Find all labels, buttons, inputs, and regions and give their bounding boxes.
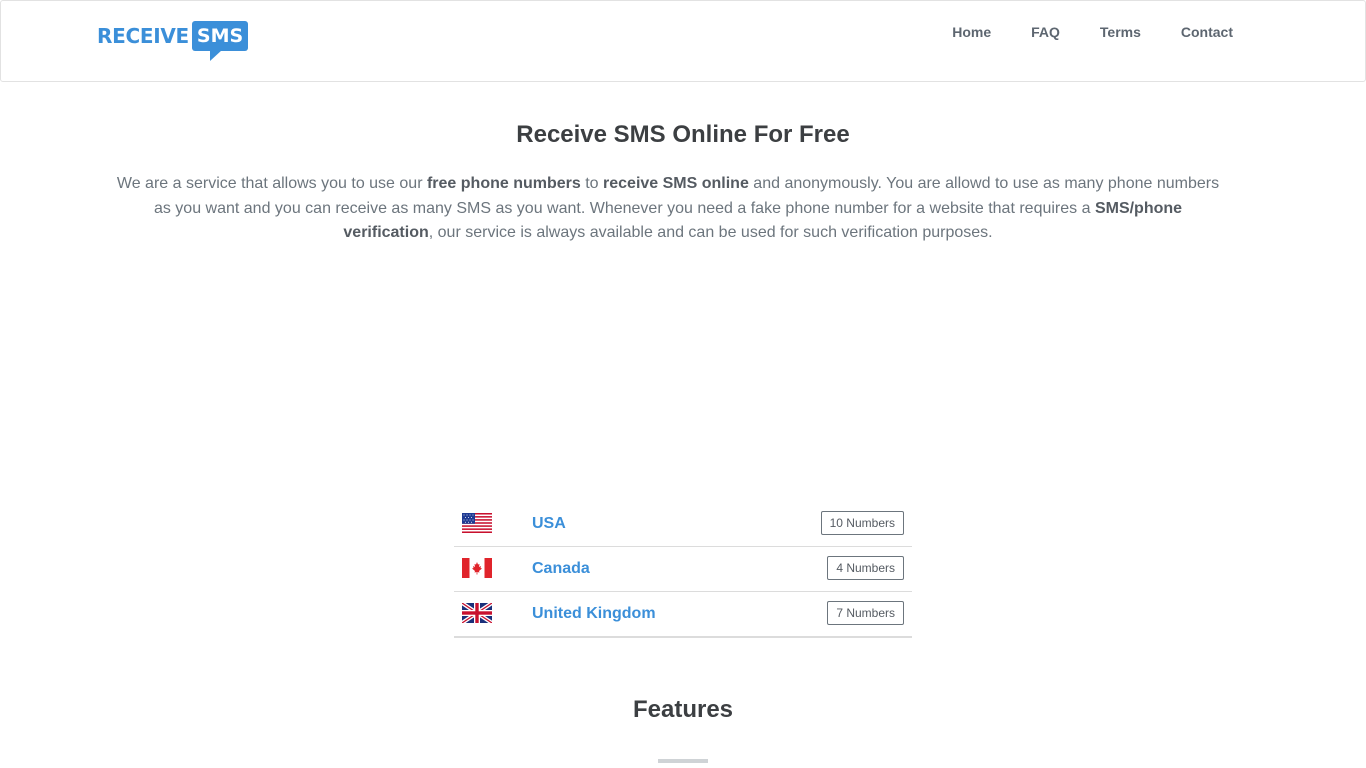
intro-text-1: We are a service that allows you to use … bbox=[116, 175, 427, 192]
numbers-badge-canada: 4 Numbers bbox=[827, 556, 904, 580]
country-row-uk[interactable]: United Kingdom 7 Numbers bbox=[454, 592, 912, 636]
uk-flag-icon bbox=[462, 603, 492, 623]
numbers-badge-usa: 10 Numbers bbox=[820, 511, 904, 535]
nav-contact[interactable]: Contact bbox=[1161, 24, 1253, 40]
features-heading: Features bbox=[632, 696, 734, 723]
country-list: USA 10 Numbers Canada 4 Numbers United K… bbox=[454, 502, 912, 638]
logo-word-receive: RECEIVE bbox=[97, 24, 189, 48]
intro-text-2: to bbox=[580, 175, 604, 192]
features-divider bbox=[658, 759, 708, 763]
nav-home[interactable]: Home bbox=[932, 24, 1011, 40]
page-title: Receive SMS Online For Free bbox=[516, 121, 850, 148]
nav-faq[interactable]: FAQ bbox=[1011, 24, 1080, 40]
intro-text-4: , our service is always available and ca… bbox=[428, 224, 993, 241]
numbers-badge-uk: 7 Numbers bbox=[827, 601, 904, 625]
country-link-canada[interactable]: Canada bbox=[532, 559, 590, 579]
intro-bold-1: free phone numbers bbox=[426, 175, 581, 192]
country-row-canada[interactable]: Canada 4 Numbers bbox=[454, 547, 912, 592]
logo-speech-bubble-icon: SMS bbox=[191, 21, 249, 61]
logo-link[interactable]: RECEIVE SMS bbox=[97, 21, 249, 63]
country-link-uk[interactable]: United Kingdom bbox=[532, 604, 656, 624]
navbar: RECEIVE SMS Home FAQ Terms Contact bbox=[0, 0, 1366, 82]
intro-paragraph: We are a service that allows you to use … bbox=[113, 172, 1223, 246]
main-nav: Home FAQ Terms Contact bbox=[932, 1, 1365, 63]
us-flag-icon bbox=[462, 513, 492, 533]
canada-flag-icon bbox=[462, 558, 492, 578]
nav-terms[interactable]: Terms bbox=[1080, 24, 1161, 40]
country-link-usa[interactable]: USA bbox=[532, 514, 566, 534]
country-row-usa[interactable]: USA 10 Numbers bbox=[454, 502, 912, 547]
intro-bold-2: receive SMS online bbox=[603, 175, 749, 192]
